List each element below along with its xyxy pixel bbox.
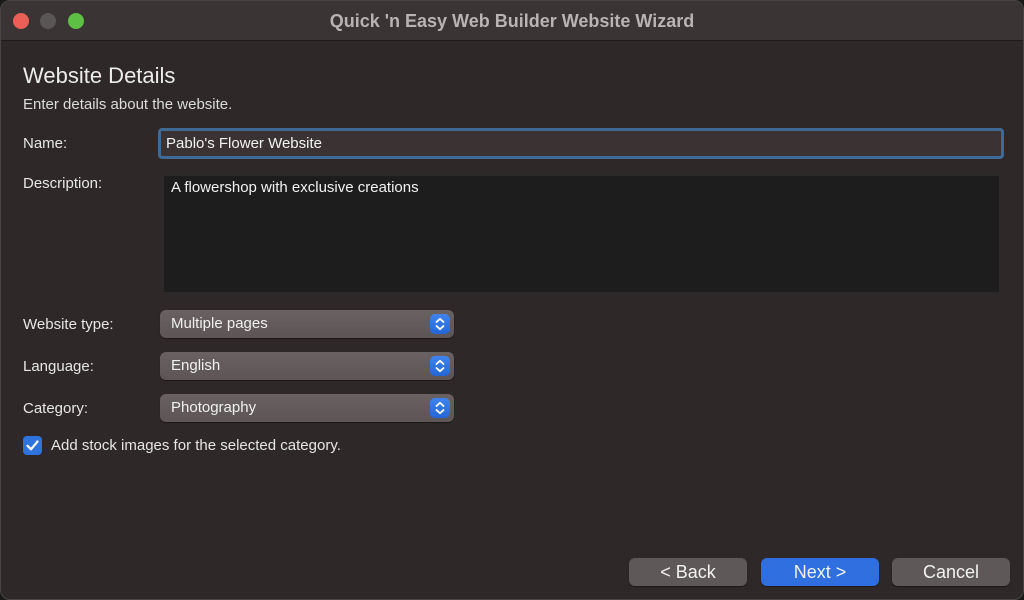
- description-label: Description:: [23, 175, 103, 192]
- website-type-label: Website type:: [23, 316, 114, 333]
- stock-images-label: Add stock images for the selected catego…: [51, 437, 341, 454]
- category-value: Photography: [171, 399, 257, 416]
- website-type-select[interactable]: Multiple pages: [160, 310, 454, 338]
- title-bar[interactable]: Quick 'n Easy Web Builder Website Wizard: [1, 1, 1023, 41]
- wizard-content: Website Details Enter details about the …: [1, 41, 1023, 599]
- category-select[interactable]: Photography: [160, 394, 454, 422]
- up-down-chevron-icon: [430, 356, 450, 376]
- next-button[interactable]: Next >: [761, 558, 879, 586]
- name-label: Name:: [23, 135, 68, 152]
- language-value: English: [171, 357, 221, 374]
- language-label: Language:: [23, 358, 94, 375]
- page-subtitle: Enter details about the website.: [23, 96, 233, 113]
- wizard-window: Quick 'n Easy Web Builder Website Wizard…: [0, 0, 1024, 600]
- window-title: Quick 'n Easy Web Builder Website Wizard: [329, 11, 695, 31]
- category-label: Category:: [23, 400, 89, 417]
- language-select[interactable]: English: [160, 352, 454, 380]
- checkmark-icon: [26, 440, 39, 451]
- stock-images-checkbox[interactable]: [23, 436, 42, 455]
- up-down-chevron-icon: [430, 314, 450, 334]
- page-title: Website Details: [23, 63, 176, 88]
- name-input[interactable]: [158, 128, 1004, 159]
- up-down-chevron-icon: [430, 398, 450, 418]
- website-type-value: Multiple pages: [171, 315, 268, 332]
- description-textarea[interactable]: A flowershop with exclusive creations: [163, 175, 1000, 293]
- cancel-button[interactable]: Cancel: [892, 558, 1010, 586]
- back-button[interactable]: < Back: [629, 558, 747, 586]
